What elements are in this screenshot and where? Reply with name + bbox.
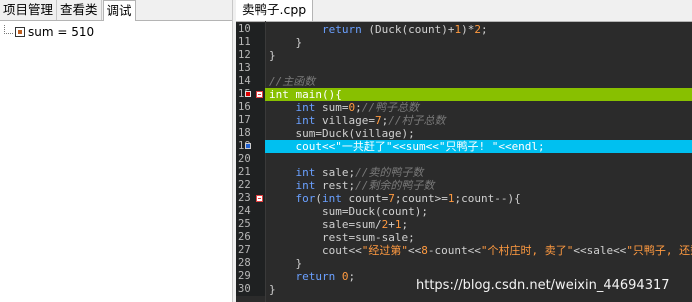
code-line[interactable]: 26 rest=sum-sale; [236,231,692,244]
left-panel: 项目管理 查看类 调试 sum = 510 [0,0,233,302]
code-comment: //主函数 [269,75,316,88]
line-number: 14 [238,75,251,87]
code-line[interactable]: 12 } [236,49,692,62]
code-line[interactable]: 16 int sum=0;//鸭子总数 [236,101,692,114]
code-line-text: for(int count=7;count>=1;count--){ [295,192,521,205]
watermark: https://blog.csdn.net/weixin_44694317 [416,278,670,293]
line-number: 23 [238,192,251,204]
code-line[interactable]: 18 sum=Duck(village); [236,127,692,140]
line-number: 25 [238,218,251,230]
line-gutter: 19 [236,140,265,153]
line-gutter: 13 [236,62,265,75]
code-line-text: return 0; [295,270,356,283]
line-number: 17 [238,114,251,126]
line-gutter: 30 [236,283,265,296]
line-gutter: 24 [236,205,265,218]
code-line[interactable]: 27 cout<<"经过第"<<8-count<<"个村庄时, 卖了"<<sal… [236,244,692,257]
line-number: 22 [238,179,251,191]
code-line-text: int rest;//剩余的鸭子数 [295,179,435,192]
code-line[interactable]: 24 sum=Duck(count); [236,205,692,218]
file-tab[interactable]: 卖鸭子.cpp [236,0,314,21]
code-line[interactable]: 17 int village=7;//村子总数 [236,114,692,127]
code-line-text: rest=sum-sale; [269,231,415,244]
code-line[interactable]: 25 sale=sum/2+1; [236,218,692,231]
line-gutter: 22 [236,179,265,192]
line-gutter: 11 [236,36,265,49]
tab-project-manager[interactable]: 项目管理 [0,0,58,20]
line-number: 12 [238,49,251,61]
code-line[interactable]: 28 } [236,257,692,270]
line-number: 28 [238,257,251,269]
line-gutter: 14 [236,75,265,88]
tree-connector-icon [4,24,13,34]
line-number: 24 [238,205,251,217]
variable-icon [15,27,25,37]
line-number: 11 [238,36,251,48]
line-gutter: 10 [236,23,265,36]
line-number: 30 [238,283,251,295]
code-line-text: int main(){ [269,88,342,101]
code-area[interactable]: 10 return (Duck(count)+1)*2; 11 } 12 } 1… [236,21,692,302]
code-line-text: sale=sum/2+1; [269,218,409,231]
fold-collapse-icon[interactable] [256,195,263,202]
code-line[interactable]: 14 //主函数 [236,75,692,88]
line-gutter: 26 [236,231,265,244]
editor-tabs: 卖鸭子.cpp [236,0,692,22]
line-number: 10 [238,23,251,35]
code-line-text: sum=Duck(village); [269,127,415,140]
code-line-text: cout<<"经过第"<<8-count<<"个村庄时, 卖了"<<sale<<… [269,244,692,257]
execution-code-line[interactable]: 19 cout<<"一共赶了"<<sum<<"只鸭子! "<<endl; [236,140,692,153]
line-gutter: 27 [236,244,265,257]
code-line[interactable]: 13 [236,62,692,75]
line-gutter: 12 [236,49,265,62]
code-line-text: cout<<"一共赶了"<<sum<<"只鸭子! "<<endl; [269,140,545,153]
code-line[interactable]: 21 int sale;//卖的鸭子数 [236,166,692,179]
code-line-text: return (Duck(count)+1)*2; [321,23,488,36]
tab-class-view[interactable]: 查看类 [57,0,102,20]
code-line-text: } [269,36,303,49]
code-line[interactable]: 10 return (Duck(count)+1)*2; [236,23,692,36]
line-number: 13 [238,62,251,74]
watch-panel: sum = 510 [0,22,232,302]
line-number: 16 [238,101,251,113]
line-number: 26 [238,231,251,243]
code-editor: 卖鸭子.cpp 10 return (Duck(count)+1)*2; 11 … [236,0,692,302]
line-number: 21 [238,166,251,178]
line-number: 20 [238,153,251,165]
line-gutter: 28 [236,257,265,270]
code-line-text: int sum=0;//鸭子总数 [295,101,420,114]
watch-item-text: sum = 510 [28,25,95,39]
code-line[interactable]: 20 [236,153,692,166]
line-gutter: 16 [236,101,265,114]
code-line[interactable]: 11 } [236,36,692,49]
line-gutter: 21 [236,166,265,179]
line-number: 18 [238,127,251,139]
line-number: 29 [238,270,251,282]
code-line-text: } [269,283,276,296]
execution-point-icon [245,143,251,149]
line-gutter: 20 [236,153,265,166]
code-line-text: } [269,257,303,270]
line-gutter: 29 [236,270,265,283]
watch-item[interactable]: sum = 510 [4,24,94,40]
breakpoint-icon[interactable] [245,91,251,97]
code-line-text: int village=7;//村子总数 [295,114,446,127]
left-panel-tabs: 项目管理 查看类 调试 [0,0,232,21]
tab-debug[interactable]: 调试 [102,0,136,21]
current-code-line[interactable]: 15 int main(){ [236,88,692,101]
code-line-text: sum=Duck(count); [269,205,428,218]
line-gutter: 17 [236,114,265,127]
line-gutter: 15 [236,88,265,101]
line-gutter: 25 [236,218,265,231]
line-gutter: 18 [236,127,265,140]
code-line[interactable]: 22 int rest;//剩余的鸭子数 [236,179,692,192]
fold-collapse-icon[interactable] [256,91,263,98]
code-line-text: int sale;//卖的鸭子数 [295,166,424,179]
line-number: 27 [238,244,251,256]
code-line-text: } [269,49,276,62]
code-line[interactable]: 23 for(int count=7;count>=1;count--){ [236,192,692,205]
line-gutter: 23 [236,192,265,205]
